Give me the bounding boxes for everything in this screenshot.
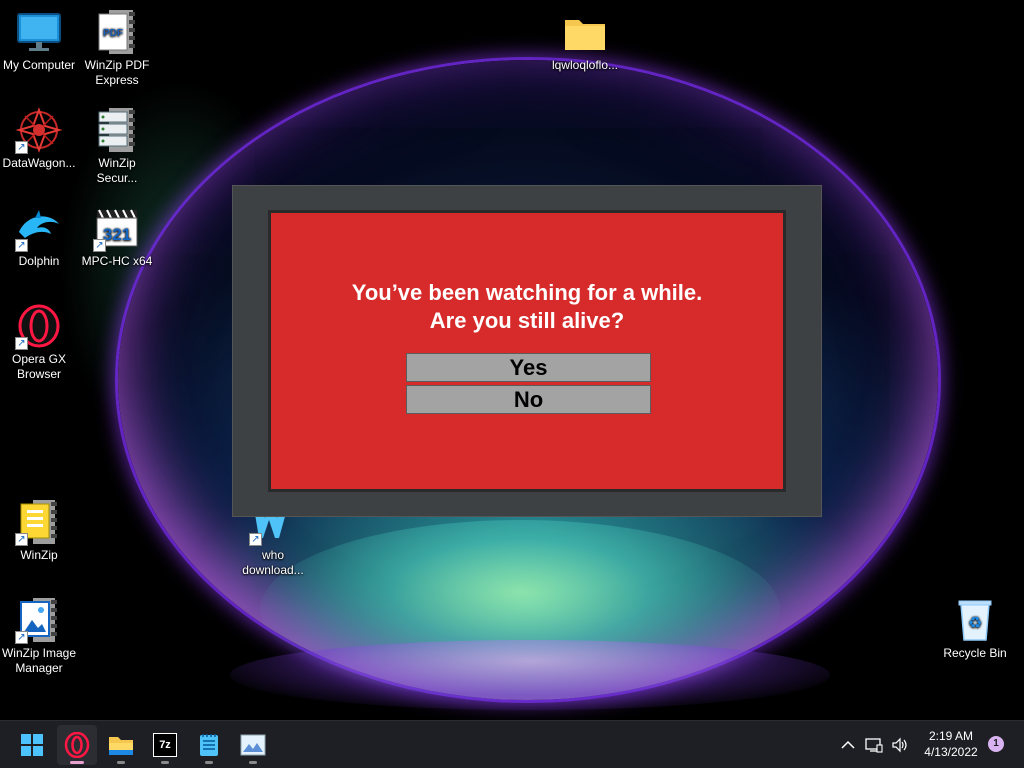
clock[interactable]: 2:19 AM 4/13/2022 [912, 728, 990, 760]
taskbar-notepad[interactable] [189, 725, 229, 765]
dialog-message-line2: Are you still alive? [429, 308, 625, 333]
shortcut-arrow-icon: ↗ [93, 239, 106, 252]
running-indicator [161, 761, 169, 764]
notepad-icon [200, 734, 218, 756]
shortcut-arrow-icon: ↗ [15, 337, 28, 350]
desktop-icon-label: lqwloqloflo... [551, 58, 619, 72]
recycle-bin-icon: ♻ [951, 596, 999, 644]
taskbar-opera-gx[interactable] [57, 725, 97, 765]
desktop: My Computer PDF WinZip PDF Express ↗ Dat… [0, 0, 1024, 720]
dolphin-icon: ↗ [15, 204, 63, 252]
winzip-icon: ↗ [15, 498, 63, 546]
file-explorer-icon [109, 737, 133, 755]
desktop-icon-winzip-pdf-express[interactable]: PDF WinZip PDF Express [78, 8, 156, 88]
mpc-badge: 321 [103, 225, 131, 244]
taskbar: 7z 2:19 AM 4/13/2022 [0, 720, 1024, 768]
running-indicator [70, 761, 84, 764]
still-watching-dialog: You’ve been watching for a while. Are yo… [232, 185, 822, 517]
yes-button[interactable]: Yes [406, 353, 651, 382]
desktop-icon-dolphin[interactable]: ↗ Dolphin [0, 204, 78, 269]
desktop-icon-label: WinZip PDF Express [84, 58, 150, 87]
image-viewer-icon [240, 734, 266, 756]
desktop-icon-label: My Computer [2, 58, 76, 72]
shortcut-arrow-icon: ↗ [15, 533, 28, 546]
desktop-icon-label: Recycle Bin [943, 646, 1007, 660]
shortcut-arrow-icon: ↗ [15, 239, 28, 252]
network-icon [865, 738, 883, 753]
opera-gx-icon: ↗ [15, 302, 63, 350]
desktop-icon-label: Dolphin [18, 254, 60, 268]
speaker-icon [892, 737, 907, 753]
mpc-hc-icon: 321 ↗ [93, 204, 141, 252]
clock-time: 2:19 AM [928, 729, 974, 743]
desktop-icon-label: WinZip [20, 548, 58, 562]
dialog-message-line1: You’ve been watching for a while. [351, 280, 703, 305]
desktop-icon-winzip[interactable]: ↗ WinZip [0, 498, 78, 563]
monitor-icon [15, 8, 63, 56]
dialog-panel: You’ve been watching for a while. Are yo… [268, 210, 786, 492]
folder-icon [561, 8, 609, 56]
dialog-message: You’ve been watching for a while. Are yo… [271, 279, 783, 335]
taskbar-image-viewer[interactable] [233, 725, 273, 765]
winzip-secure-icon [93, 106, 141, 154]
pdf-badge: PDF [103, 28, 123, 39]
desktop-icon-recycle-bin[interactable]: ♻ Recycle Bin [936, 596, 1014, 661]
desktop-icon-label: WinZip Image Manager [1, 646, 77, 675]
desktop-icon-mpc-hc[interactable]: 321 ↗ MPC-HC x64 [78, 204, 156, 269]
desktop-icon-label: DataWagon... [2, 156, 76, 170]
start-button[interactable] [12, 725, 52, 765]
chevron-up-icon [841, 740, 855, 749]
winzip-image-icon: ↗ [15, 596, 63, 644]
winzip-pdf-icon: PDF [93, 8, 141, 56]
clock-date: 4/13/2022 [924, 745, 978, 759]
shortcut-arrow-icon: ↗ [15, 141, 28, 154]
no-button[interactable]: No [406, 385, 651, 414]
7zip-icon: 7z [153, 733, 177, 757]
windows-start-icon [21, 734, 43, 756]
desktop-icon-opera-gx[interactable]: ↗ Opera GX Browser [0, 302, 78, 382]
notification-badge[interactable]: 1 [988, 736, 1004, 752]
desktop-icon-label: MPC-HC x64 [81, 254, 153, 268]
running-indicator [205, 761, 213, 764]
shortcut-arrow-icon: ↗ [249, 533, 262, 546]
desktop-icon-label: Opera GX Browser [11, 352, 67, 381]
desktop-icon-label: who download... [242, 548, 304, 577]
wallpaper-glow-bottom [230, 640, 830, 710]
desktop-icon-datawagon[interactable]: ↗ DataWagon... [0, 106, 78, 171]
desktop-icon-my-computer[interactable]: My Computer [0, 8, 78, 73]
running-indicator [249, 761, 257, 764]
network-button[interactable] [862, 721, 886, 769]
desktop-icon-folder[interactable]: lqwloqloflo... [546, 8, 624, 73]
volume-button[interactable] [888, 721, 912, 769]
desktop-icon-winzip-secure[interactable]: WinZip Secur... [78, 106, 156, 186]
datawagon-icon: ↗ [15, 106, 63, 154]
shortcut-arrow-icon: ↗ [15, 631, 28, 644]
svg-text:♻: ♻ [968, 613, 982, 632]
show-hidden-icons-button[interactable] [836, 721, 860, 769]
opera-gx-icon [64, 732, 90, 758]
desktop-icon-winzip-image-manager[interactable]: ↗ WinZip Image Manager [0, 596, 78, 676]
running-indicator [117, 761, 125, 764]
desktop-icon-label: WinZip Secur... [96, 156, 138, 185]
taskbar-file-explorer[interactable] [101, 725, 141, 765]
taskbar-7zip[interactable]: 7z [145, 725, 185, 765]
